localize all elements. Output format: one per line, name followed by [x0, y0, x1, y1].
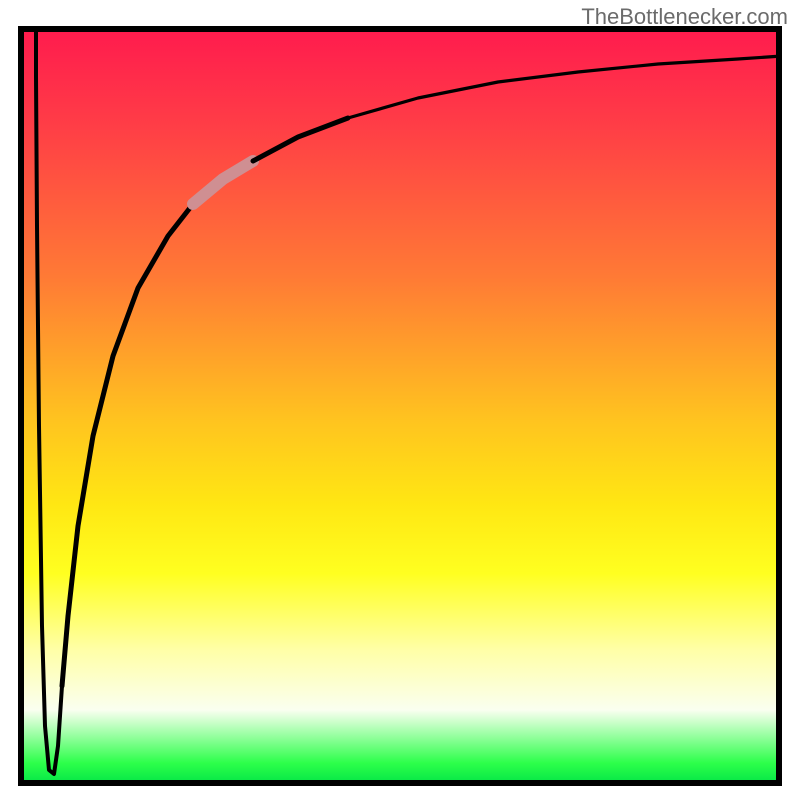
series-dip-segment: [36, 26, 62, 774]
chart-plot-area: [18, 26, 782, 786]
chart-curve-layer: [18, 26, 782, 786]
curve-group: [36, 26, 782, 774]
series-knee-highlight: [193, 161, 253, 204]
series-rising-segment-1: [62, 204, 193, 686]
series-plateau: [348, 56, 782, 118]
series-rising-segment-2: [253, 118, 348, 161]
